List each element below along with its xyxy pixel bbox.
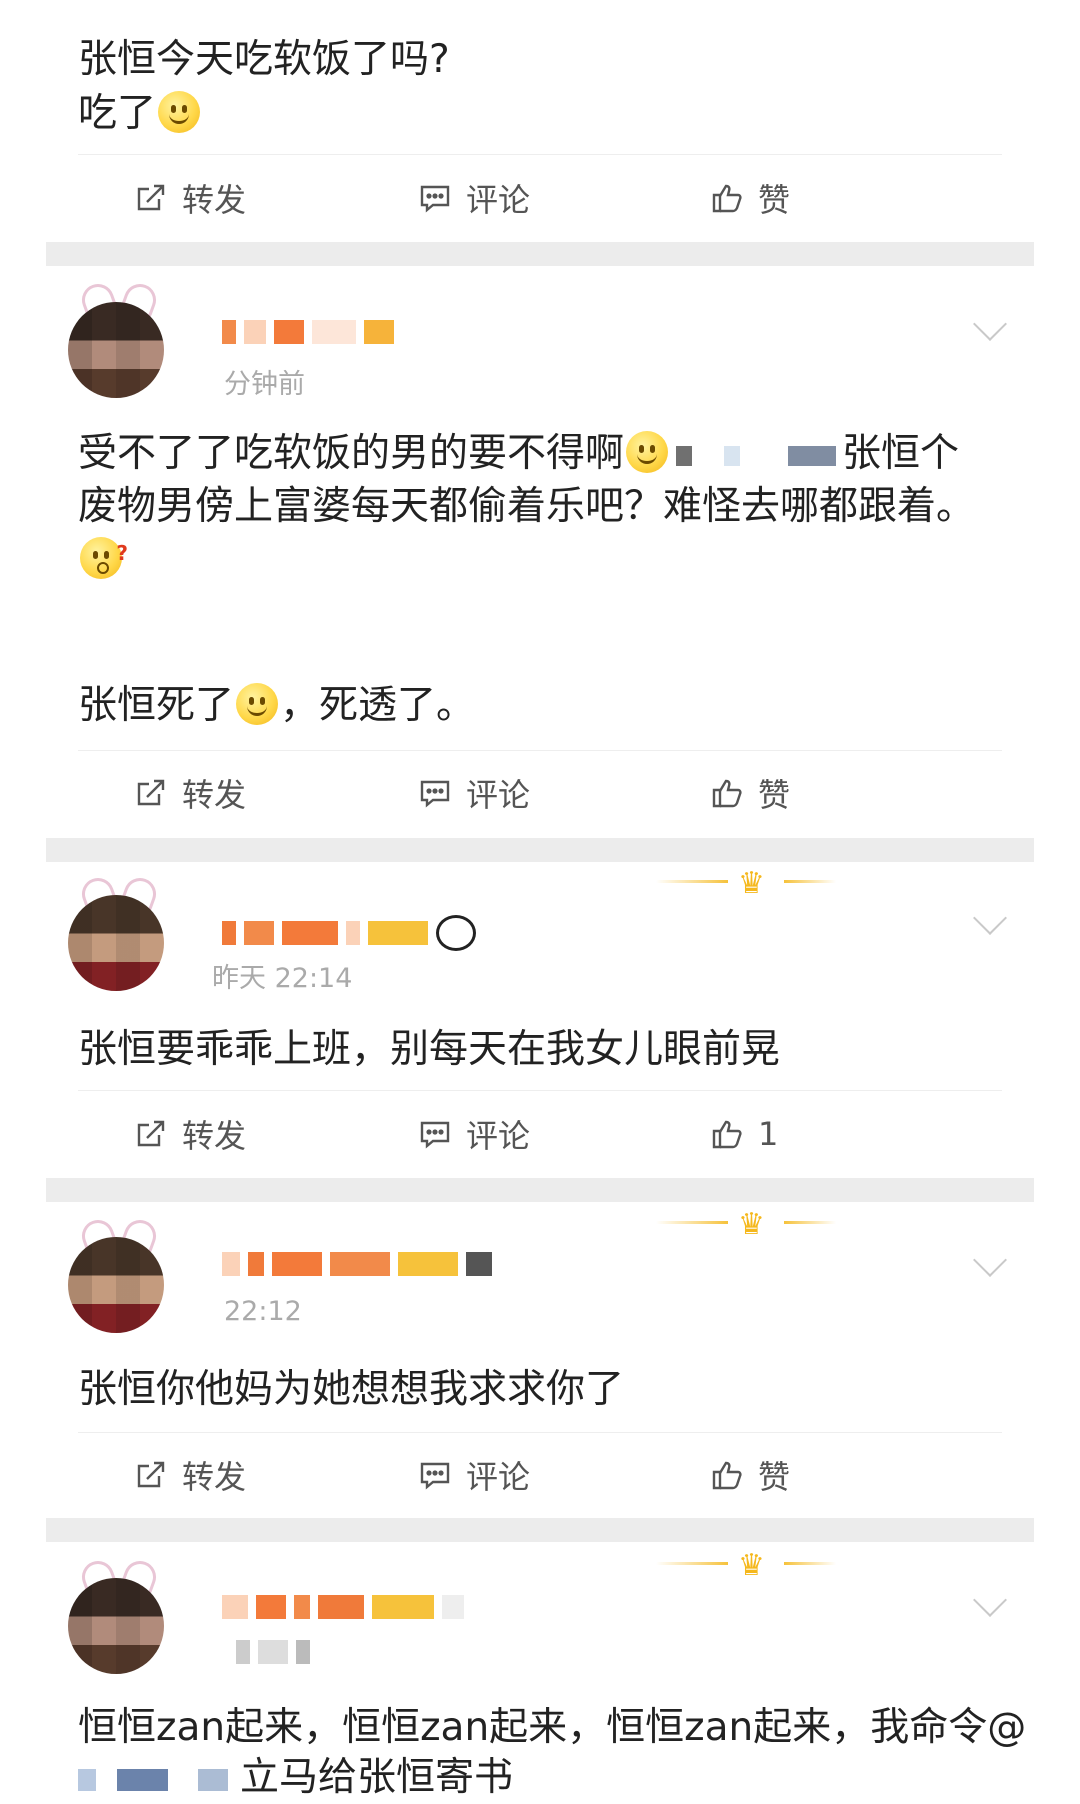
repost-icon <box>137 1120 165 1147</box>
like-button[interactable]: 1 <box>710 1094 778 1174</box>
post4-body: 张恒你他妈为她想想我求求你了 <box>78 1367 625 1412</box>
thumbs-up-icon <box>712 779 742 808</box>
thumbs-up-icon <box>712 184 742 213</box>
crown-icon: ♛ <box>738 1548 765 1583</box>
comment-icon <box>420 1462 450 1490</box>
crown-icon: ♛ <box>738 1207 765 1242</box>
divider <box>78 1432 1002 1433</box>
smile-emoji-icon <box>236 683 279 725</box>
repost-button[interactable]: 转发 <box>134 753 246 833</box>
separator <box>46 1178 1034 1202</box>
avatar[interactable] <box>68 895 164 991</box>
smile-emoji-icon <box>158 91 201 133</box>
post4-actions: 转发 评论 赞 <box>46 1435 1034 1515</box>
post2-line1: 受不了了吃软饭的男的要不得啊 张恒个 <box>78 431 960 476</box>
repost-button[interactable]: 转发 <box>134 1435 246 1515</box>
blurred-username[interactable] <box>222 1595 464 1619</box>
separator <box>46 242 1034 266</box>
post-time: 22:12 <box>224 1296 302 1327</box>
repost-button[interactable]: 转发 <box>134 1094 246 1174</box>
smile-emoji-icon <box>626 431 669 473</box>
chevron-down-icon[interactable] <box>973 1243 1007 1277</box>
blurred-mention <box>78 1768 228 1791</box>
post-time: 昨天 22:14 <box>212 963 353 994</box>
post5-line2: 立马给张恒寄书 <box>78 1752 513 1804</box>
avatar[interactable] <box>68 1237 164 1333</box>
thinking-emoji-icon: ? <box>80 537 128 579</box>
vip-crown-decoration: ♛ <box>656 862 836 902</box>
avatar[interactable] <box>68 302 164 398</box>
chevron-down-icon[interactable] <box>973 1583 1007 1617</box>
repost-button[interactable]: 转发 <box>134 158 246 238</box>
comment-button[interactable]: 评论 <box>418 1094 530 1174</box>
crown-icon: ♛ <box>738 866 765 901</box>
like-button[interactable]: 赞 <box>710 158 790 238</box>
panda-emoji-icon <box>436 915 476 951</box>
separator <box>46 838 1034 862</box>
post2-emoji-line: ? <box>78 534 128 586</box>
post1-line2: 吃了 <box>78 88 202 140</box>
post3-actions: 转发 评论 1 <box>46 1094 1034 1174</box>
chevron-down-icon[interactable] <box>973 307 1007 341</box>
avatar[interactable] <box>68 1578 164 1674</box>
like-count: 1 <box>758 1115 779 1153</box>
post-time: 分钟前 <box>224 369 305 400</box>
post2-actions: 转发 评论 赞 <box>46 753 1034 833</box>
comment-button[interactable]: 评论 <box>418 753 530 833</box>
thumbs-up-icon <box>712 1461 742 1490</box>
divider <box>78 154 1002 155</box>
comment-icon <box>420 185 450 213</box>
post1-line1: 张恒今天吃软饭了吗? <box>78 37 450 82</box>
blurred-post-time <box>236 1640 310 1664</box>
repost-icon <box>137 1461 165 1488</box>
vip-crown-decoration: ♛ <box>656 1203 836 1243</box>
blurred-mention <box>676 445 837 466</box>
blurred-username[interactable] <box>222 1252 492 1276</box>
vip-crown-decoration: ♛ <box>656 1544 836 1584</box>
like-button[interactable]: 赞 <box>710 1435 790 1515</box>
comment-icon <box>420 780 450 808</box>
post5-line1: 恒恒zan起来，恒恒zan起来，恒恒zan起来，我命令@ <box>78 1705 1027 1750</box>
blurred-username[interactable] <box>222 915 476 951</box>
comment-icon <box>420 1121 450 1149</box>
divider <box>78 750 1002 751</box>
post2-line3: 张恒死了 ，死透了。 <box>78 683 476 728</box>
blurred-username[interactable] <box>222 320 394 344</box>
separator <box>46 1518 1034 1542</box>
comment-feed: 张恒今天吃软饭了吗? 吃了 转发 评论 赞 分钟前 受不了了吃软饭的男的要不得啊… <box>46 0 1034 1804</box>
like-button[interactable]: 赞 <box>710 753 790 833</box>
repost-icon <box>137 779 165 806</box>
post1-actions: 转发 评论 赞 <box>46 158 1034 238</box>
comment-button[interactable]: 评论 <box>418 1435 530 1515</box>
repost-icon <box>137 184 165 211</box>
post3-body: 张恒要乖乖上班，别每天在我女儿眼前晃 <box>78 1027 781 1072</box>
thumbs-up-icon <box>712 1120 742 1149</box>
post2-line2: 废物男傍上富婆每天都偷着乐吧？难怪去哪都跟着。 <box>78 484 976 529</box>
comment-button[interactable]: 评论 <box>418 158 530 238</box>
divider <box>78 1090 1002 1091</box>
chevron-down-icon[interactable] <box>973 901 1007 935</box>
